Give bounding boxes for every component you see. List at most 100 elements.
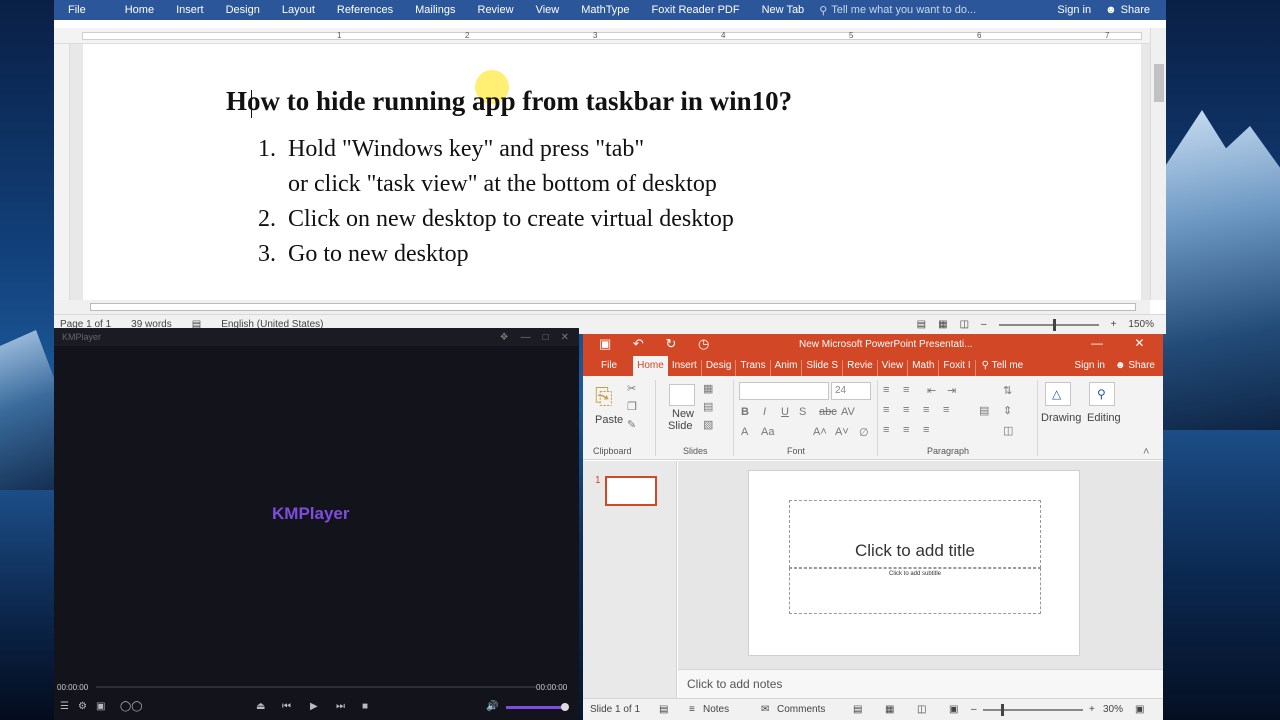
ppt-tab-review[interactable]: Revie [843, 360, 878, 376]
shrink-font-icon[interactable]: A˅ [835, 426, 849, 438]
redo-icon[interactable]: ↻ [665, 336, 676, 351]
cut-icon[interactable]: ✂ [627, 382, 636, 395]
slide-count[interactable]: Slide 1 of 1 [590, 704, 640, 715]
reset-icon[interactable]: ▤ [703, 400, 713, 413]
italic-icon[interactable]: I [763, 406, 766, 418]
minimize-icon[interactable]: — [1091, 336, 1103, 350]
word-tab-design[interactable]: Design [215, 4, 271, 16]
ppt-tell-me[interactable]: ⚲ Tell me [976, 360, 1030, 376]
ppt-tab-file[interactable]: File [583, 360, 633, 376]
volume-knob[interactable] [561, 703, 569, 711]
line-spacing-icon[interactable]: ≡ [923, 424, 929, 436]
proofing-icon[interactable]: ▤ [659, 704, 668, 715]
ppt-tab-home[interactable]: Home [633, 356, 668, 376]
indent-icon[interactable]: ⇤ [927, 384, 936, 397]
word-tab-references[interactable]: References [326, 4, 404, 16]
ppt-sign-in[interactable]: Sign in [1074, 360, 1105, 371]
vr-icon[interactable]: ◯◯ [120, 701, 142, 712]
fit-slide-icon[interactable]: ▣ [1135, 704, 1144, 715]
bold-icon[interactable]: B [741, 406, 749, 418]
editing-label[interactable]: Editing [1087, 412, 1121, 424]
vertical-ruler[interactable] [54, 44, 70, 300]
justify-low-icon[interactable]: ≡ [883, 424, 889, 436]
normal-view-icon[interactable]: ▤ [853, 704, 862, 715]
change-case-icon[interactable]: Aa [761, 426, 774, 438]
text-direction-icon[interactable]: ⇅ [1003, 384, 1012, 397]
word-share-button[interactable]: ☻ Share [1105, 4, 1150, 16]
word-sign-in-link[interactable]: Sign in [1057, 4, 1091, 16]
ppt-tab-view[interactable]: View [878, 360, 909, 376]
format-painter-icon[interactable]: ✎ [627, 418, 636, 431]
font-size-box[interactable]: 24 [831, 382, 871, 400]
zoom-level[interactable]: 30% [1103, 704, 1123, 715]
ppt-tab-foxit[interactable]: Foxit I [939, 360, 976, 376]
zoom-slider-knob[interactable] [1052, 318, 1056, 331]
ppt-tab-animations[interactable]: Anim [771, 360, 803, 376]
seek-bar[interactable]: 00:00:00 00:00:00 [54, 682, 579, 692]
word-tab-new-tab[interactable]: New Tab [751, 4, 816, 16]
word-tab-insert[interactable]: Insert [165, 4, 215, 16]
word-page[interactable]: How to hide running app from taskbar in … [83, 44, 1141, 300]
word-vertical-scrollbar[interactable] [1150, 28, 1166, 300]
font-color-icon[interactable]: A [741, 426, 748, 438]
shadow-icon[interactable]: S [799, 406, 806, 418]
eject-icon[interactable]: ⏏ [256, 701, 265, 712]
ppt-tab-slideshow[interactable]: Slide S [802, 360, 844, 376]
word-tab-home[interactable]: Home [114, 4, 165, 16]
justify-icon[interactable]: ≡ [943, 404, 949, 416]
capture-icon[interactable]: ▣ [96, 701, 105, 712]
word-tab-view[interactable]: View [525, 4, 571, 16]
word-tab-foxit[interactable]: Foxit Reader PDF [641, 4, 751, 16]
ppt-tab-insert[interactable]: Insert [668, 360, 702, 376]
grow-font-icon[interactable]: A˄ [813, 426, 827, 438]
volume-slider[interactable] [506, 706, 564, 709]
zoom-slider-knob[interactable] [1001, 704, 1004, 716]
align-left-icon[interactable]: ≡ [883, 404, 889, 416]
undo-icon[interactable]: ↶ [633, 336, 644, 351]
ppt-tab-design[interactable]: Desig [702, 360, 737, 376]
distributed-icon[interactable]: ≡ [903, 424, 909, 436]
paste-icon[interactable]: ⎘ [595, 384, 613, 410]
zoom-out-button[interactable]: – [971, 704, 977, 715]
slide-canvas[interactable]: Click to add title Click to add subtitle [748, 470, 1080, 656]
word-tab-mathtype[interactable]: MathType [570, 4, 640, 16]
maximize-icon[interactable]: □ [543, 332, 549, 343]
horizontal-ruler[interactable]: 1 2 3 4 5 6 7 [54, 28, 1150, 44]
slide-sorter-icon[interactable]: ▦ [885, 704, 894, 715]
web-layout-icon[interactable]: ◫ [960, 319, 969, 330]
layout-icon[interactable]: ▦ [703, 382, 713, 395]
new-slide-label-2[interactable]: Slide [668, 420, 692, 432]
word-tab-layout[interactable]: Layout [271, 4, 326, 16]
drawing-label[interactable]: Drawing [1041, 412, 1081, 424]
previous-icon[interactable]: ⏮ [282, 701, 291, 712]
title-placeholder[interactable]: Click to add title [789, 500, 1041, 568]
slide-thumbnail[interactable] [605, 476, 657, 506]
font-name-box[interactable] [739, 382, 829, 400]
zoom-out-button[interactable]: – [981, 319, 987, 330]
ppt-share-button[interactable]: ☻ Share [1115, 360, 1155, 371]
collapse-ribbon-icon[interactable]: ˄ [1143, 446, 1149, 458]
slideshow-icon[interactable]: ▣ [949, 704, 958, 715]
settings-icon[interactable]: ⚙ [78, 701, 87, 712]
section-icon[interactable]: ▧ [703, 418, 713, 431]
zoom-in-button[interactable]: + [1111, 319, 1117, 330]
print-layout-icon[interactable]: ▦ [938, 319, 947, 330]
next-icon[interactable]: ⏭ [336, 701, 345, 712]
numbering-icon[interactable]: ≡ [903, 384, 909, 396]
strikethrough-icon[interactable]: abc [819, 406, 837, 418]
zoom-slider[interactable] [983, 709, 1083, 711]
volume-icon[interactable]: 🔊 [486, 701, 498, 712]
close-icon[interactable]: ✕ [1134, 336, 1144, 350]
zoom-level[interactable]: 150% [1128, 319, 1154, 330]
new-slide-label[interactable]: New [672, 408, 694, 420]
copy-icon[interactable]: ❐ [627, 400, 637, 413]
play-icon[interactable]: ▶ [310, 701, 318, 712]
scrollbar-thumb[interactable] [1154, 64, 1164, 102]
zoom-in-button[interactable]: + [1089, 704, 1095, 715]
word-tell-me-box[interactable]: ⚲ Tell me what you want to do... [819, 4, 976, 17]
ppt-tab-math[interactable]: Math [908, 360, 940, 376]
pin-icon[interactable]: ❖ [500, 332, 509, 343]
word-tab-review[interactable]: Review [467, 4, 525, 16]
underline-icon[interactable]: U [781, 406, 789, 418]
zoom-slider[interactable] [998, 318, 1099, 331]
